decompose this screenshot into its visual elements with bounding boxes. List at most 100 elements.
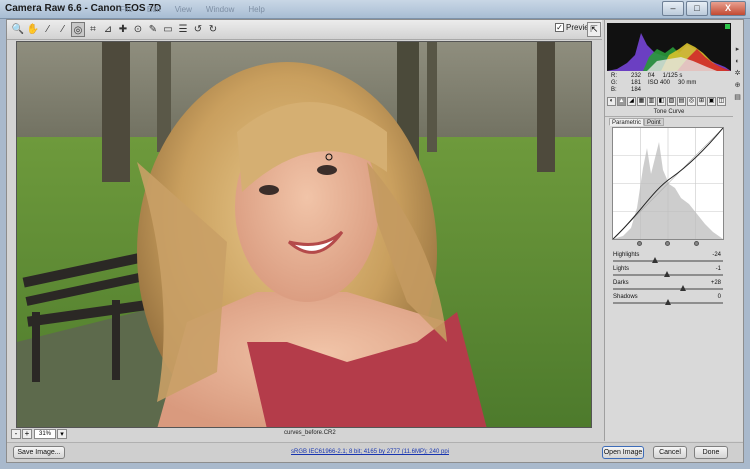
highlights-slider[interactable]: Highlights -24 [613, 252, 723, 266]
iso: ISO 400 [648, 80, 671, 86]
image-preview[interactable] [16, 41, 592, 428]
tab-presets[interactable]: ◎ [687, 97, 696, 106]
filename-label: curves_before.CR2 [284, 430, 336, 436]
shadows-slider[interactable]: Shadows 0 [613, 294, 723, 308]
straighten-tool-icon[interactable]: ⊿ [101, 22, 115, 37]
menu-file[interactable]: File [120, 5, 133, 14]
rgb-b: B: 184 [611, 87, 641, 93]
shutter: 1/125 s [662, 73, 683, 79]
tab-effects[interactable]: ▧ [667, 97, 676, 106]
open-image-button[interactable]: Open Image [602, 446, 644, 459]
panel-side-list-icon[interactable]: ▤ [733, 93, 742, 102]
done-button[interactable]: Done [694, 446, 728, 459]
darks-value[interactable]: +28 [711, 280, 721, 286]
shadows-label: Shadows [613, 294, 638, 300]
color-sampler-tool-icon[interactable]: ⁄ [56, 22, 70, 37]
zoom-out-button[interactable]: - [11, 429, 21, 439]
tab-extra-2[interactable]: ◫ [717, 97, 726, 106]
tab-split-toning[interactable]: ▥ [647, 97, 656, 106]
fullscreen-icon[interactable]: ⇱ [587, 22, 601, 37]
tab-hsl[interactable]: ▦ [637, 97, 646, 106]
tab-detail[interactable]: ◢ [627, 97, 636, 106]
rotate-right-icon[interactable]: ↻ [206, 22, 220, 37]
targeted-adjustment-tool-icon[interactable]: ◎ [71, 22, 85, 37]
rgb-g: G: 181 [611, 80, 641, 86]
bottom-bar: Save Image... sRGB IEC61966-2.1; 8 bit; … [7, 442, 743, 462]
tab-parametric[interactable]: Parametric [609, 118, 645, 126]
maximize-button[interactable]: □ [686, 1, 708, 16]
tab-basic[interactable]: ◐ [607, 97, 616, 106]
split-handle-highlights[interactable] [694, 241, 699, 246]
exif-info: f/4 1/125 s ISO 400 30 mm [648, 73, 696, 87]
tone-curve-graph[interactable] [612, 127, 724, 240]
lights-thumb[interactable] [664, 271, 671, 277]
white-balance-tool-icon[interactable]: ⁄ [41, 22, 55, 37]
crop-tool-icon[interactable]: ⌗ [86, 22, 100, 37]
menu-bar-ghost: File Edit View Window Help [120, 5, 265, 14]
panel-tabs: ◐ ▲ ◢ ▦ ▥ ◧ ▧ ▤ ◎ ⊞ ▣ ◫ [607, 97, 726, 106]
title-bar: Camera Raw 6.6 - Canon EOS 7D File Edit … [0, 0, 750, 19]
darks-thumb[interactable] [680, 285, 687, 291]
highlights-value[interactable]: -24 [712, 252, 721, 258]
region-split-handles [612, 241, 724, 247]
camera-raw-dialog: 🔍 ✋ ⁄ ⁄ ◎ ⌗ ⊿ ✚ ⊙ ✎ ▭ ☰ ↺ ↻ ✓ Preview ⇱ [6, 19, 744, 463]
darks-slider[interactable]: Darks +28 [613, 280, 723, 294]
panel-side-tone-icon[interactable]: ◐ [733, 57, 742, 66]
adjustment-panel: ▸ ◐ ✲ ⊕ ▤ R: 232 G: 181 B: 184 f/4 1/125 s I… [604, 20, 743, 441]
menu-view[interactable]: View [175, 5, 192, 14]
hand-tool-icon[interactable]: ✋ [26, 22, 40, 37]
panel-side-arrow-icon[interactable]: ▸ [733, 45, 742, 54]
zoom-level[interactable]: 31% [34, 429, 56, 439]
tab-extra-1[interactable]: ▣ [707, 97, 716, 106]
workflow-options-link[interactable]: sRGB IEC61966-2.1; 8 bit; 4165 by 2777 (… [291, 449, 449, 455]
toolbar: 🔍 ✋ ⁄ ⁄ ◎ ⌗ ⊿ ✚ ⊙ ✎ ▭ ☰ ↺ ↻ ✓ Preview ⇱ [7, 20, 602, 40]
zoom-dropdown-icon[interactable]: ▾ [57, 429, 67, 439]
red-eye-tool-icon[interactable]: ⊙ [131, 22, 145, 37]
highlights-track[interactable] [613, 260, 723, 262]
tool-group: 🔍 ✋ ⁄ ⁄ ◎ ⌗ ⊿ ✚ ⊙ ✎ ▭ ☰ ↺ ↻ [11, 22, 220, 37]
section-title: Tone Curve [605, 109, 733, 117]
tab-camera-calibration[interactable]: ▤ [677, 97, 686, 106]
menu-help[interactable]: Help [248, 5, 264, 14]
preview-checkbox[interactable]: ✓ [555, 23, 564, 32]
panel-side-icons: ▸ ◐ ✲ ⊕ ▤ [733, 20, 744, 116]
menu-window[interactable]: Window [206, 5, 234, 14]
close-button[interactable]: X [710, 1, 746, 16]
lights-label: Lights [613, 266, 630, 272]
highlights-thumb[interactable] [651, 257, 658, 263]
split-handle-shadows[interactable] [637, 241, 642, 246]
highlights-label: Highlights [613, 252, 640, 258]
tab-tone-curve[interactable]: ▲ [617, 97, 626, 106]
zoom-in-button[interactable]: + [22, 429, 32, 439]
tab-point[interactable]: Point [644, 118, 664, 126]
zoom-tool-icon[interactable]: 🔍 [11, 22, 25, 37]
panel-side-target-icon[interactable]: ⊕ [733, 81, 742, 90]
tab-lens[interactable]: ◧ [657, 97, 666, 106]
focal-length: 30 mm [678, 80, 697, 86]
shadows-thumb[interactable] [665, 299, 671, 305]
cancel-button[interactable]: Cancel [653, 446, 687, 459]
histogram [607, 23, 731, 71]
minimize-button[interactable]: – [662, 1, 684, 16]
window-controls: – □ X [662, 1, 746, 16]
pixel-readout: R: 232 G: 181 B: 184 f/4 1/125 s ISO 400 30 m… [611, 73, 729, 94]
lights-value[interactable]: -1 [716, 266, 721, 272]
zoom-bar: - + 31% ▾ curves_before.CR2 [7, 428, 602, 441]
save-image-button[interactable]: Save Image... [13, 446, 65, 459]
rotate-left-icon[interactable]: ↺ [191, 22, 205, 37]
preferences-icon[interactable]: ☰ [176, 22, 190, 37]
photo-render [17, 42, 591, 427]
graduated-filter-icon[interactable]: ▭ [161, 22, 175, 37]
panel-side-sun-icon[interactable]: ✲ [733, 69, 742, 78]
adjustment-brush-icon[interactable]: ✎ [146, 22, 160, 37]
spot-removal-tool-icon[interactable]: ✚ [116, 22, 130, 37]
shadows-value[interactable]: 0 [718, 294, 721, 300]
aperture: f/4 [648, 73, 655, 79]
curve-subtabs: Parametric Point [609, 118, 664, 126]
split-handle-midtones[interactable] [665, 241, 670, 246]
lights-slider[interactable]: Lights -1 [613, 266, 723, 280]
rgb-r: R: 232 [611, 73, 641, 79]
tab-snapshots[interactable]: ⊞ [697, 97, 706, 106]
darks-track[interactable] [613, 288, 723, 290]
menu-edit[interactable]: Edit [147, 5, 161, 14]
